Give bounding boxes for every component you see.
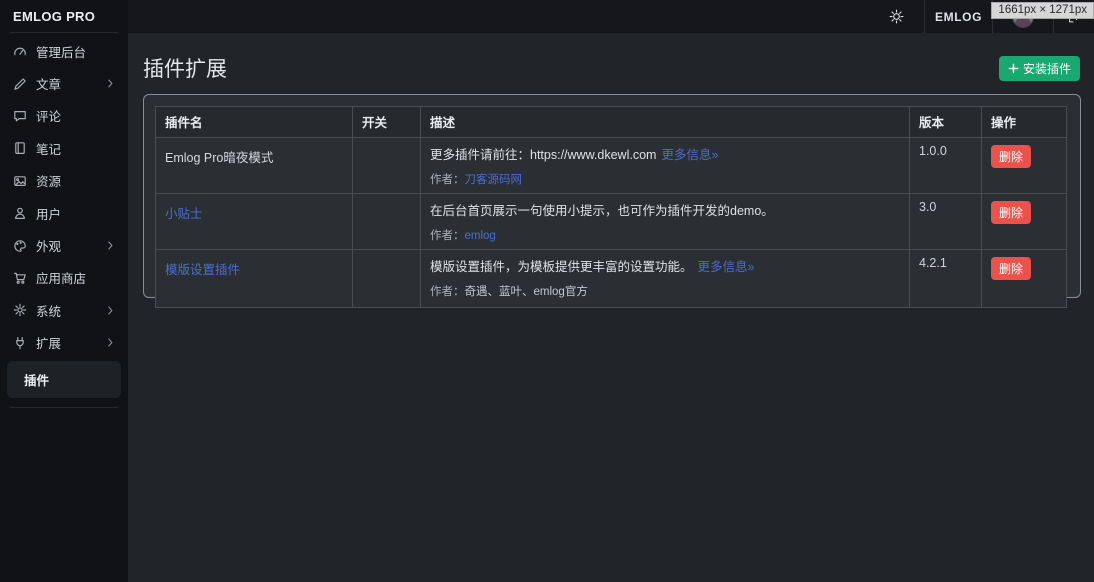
sun-icon	[889, 9, 904, 24]
main-content: 插件扩展 安装插件 插件名 开关 描述 版本 操作 Emlog Pr	[128, 33, 1094, 582]
sidebar-item-extensions[interactable]: 扩展	[0, 327, 128, 359]
plugin-version: 1.0.0	[910, 138, 982, 194]
sidebar-item-app-store[interactable]: 应用商店	[0, 262, 128, 294]
sidebar-divider	[10, 407, 118, 408]
user-icon	[13, 206, 27, 220]
plugins-card: 插件名 开关 描述 版本 操作 Emlog Pro暗夜模式 更多插件请前往：ht…	[143, 94, 1081, 298]
theme-toggle-button[interactable]	[868, 0, 924, 33]
cart-icon	[13, 271, 27, 285]
sidebar-subitem-plugins[interactable]: 插件	[7, 361, 121, 398]
sidebar-item-label: 用户	[36, 204, 61, 223]
table-row: 模版设置插件 模版设置插件，为模板提供更丰富的设置功能。更多信息» 作者：奇遇、…	[156, 250, 1067, 308]
brand-logo[interactable]: EMLOG PRO	[0, 0, 128, 32]
column-header-switch: 开关	[353, 107, 421, 138]
delete-button[interactable]: 删除	[991, 257, 1031, 280]
column-header-action: 操作	[982, 107, 1067, 138]
column-header-version: 版本	[910, 107, 982, 138]
chevron-right-icon	[106, 306, 115, 315]
more-info-link[interactable]: 更多信息»	[698, 260, 755, 274]
plugin-name: Emlog Pro暗夜模式	[156, 138, 353, 194]
sidebar-item-label: 系统	[36, 301, 61, 320]
sidebar-item-resources[interactable]: 资源	[0, 165, 128, 197]
plugin-name[interactable]: 模版设置插件	[156, 250, 353, 308]
plug-icon	[13, 336, 27, 350]
site-home-link[interactable]: EMLOG	[925, 0, 992, 33]
table-row: 小贴士 在后台首页展示一句使用小提示，也可作为插件开发的demo。 作者：eml…	[156, 194, 1067, 250]
plugin-author-line: 作者：奇遇、蓝叶、emlog官方	[430, 283, 900, 299]
comment-icon	[13, 109, 27, 123]
plugin-description: 在后台首页展示一句使用小提示，也可作为插件开发的demo。	[430, 200, 900, 219]
delete-button[interactable]: 删除	[991, 145, 1031, 168]
plugin-name[interactable]: 小贴士	[156, 194, 353, 250]
sidebar-item-dashboard[interactable]: 管理后台	[0, 35, 128, 67]
plugin-author-line: 作者：刀客源码网	[430, 171, 900, 187]
sidebar-item-comments[interactable]: 评论	[0, 100, 128, 132]
delete-button[interactable]: 删除	[991, 201, 1031, 224]
sidebar-item-notes[interactable]: 笔记	[0, 132, 128, 164]
column-header-name: 插件名	[156, 107, 353, 138]
extensions-submenu: 插件	[7, 361, 121, 398]
more-info-link[interactable]: 更多信息»	[661, 148, 718, 162]
plugin-author-line: 作者：emlog	[430, 227, 900, 243]
table-row: Emlog Pro暗夜模式 更多插件请前往：https://www.dkewl.…	[156, 138, 1067, 194]
plugins-table: 插件名 开关 描述 版本 操作 Emlog Pro暗夜模式 更多插件请前往：ht…	[155, 106, 1067, 308]
pencil-icon	[13, 77, 27, 91]
topbar: EMLOG	[128, 0, 1094, 33]
install-plugin-button[interactable]: 安装插件	[999, 56, 1080, 81]
sidebar-item-users[interactable]: 用户	[0, 197, 128, 229]
notebook-icon	[13, 141, 27, 155]
image-icon	[13, 174, 27, 188]
sidebar-item-label: 应用商店	[36, 268, 86, 287]
sidebar-item-label: 扩展	[36, 333, 61, 352]
gear-icon	[13, 303, 27, 317]
install-plugin-label: 安装插件	[1023, 60, 1071, 77]
plugin-description: 模版设置插件，为模板提供更丰富的设置功能。更多信息»	[430, 256, 900, 275]
plus-icon	[1008, 63, 1019, 74]
sidebar-item-label: 文章	[36, 74, 61, 93]
sidebar-item-articles[interactable]: 文章	[0, 67, 128, 99]
sidebar-item-system[interactable]: 系统	[0, 294, 128, 326]
column-header-desc: 描述	[421, 107, 910, 138]
sidebar-item-label: 资源	[36, 171, 61, 190]
plugin-version: 4.2.1	[910, 250, 982, 308]
sidebar-item-appearance[interactable]: 外观	[0, 229, 128, 261]
plugin-version: 3.0	[910, 194, 982, 250]
sidebar-item-label: 外观	[36, 236, 61, 255]
page-header: 插件扩展 安装插件	[143, 49, 1080, 87]
table-header-row: 插件名 开关 描述 版本 操作	[156, 107, 1067, 138]
author-link[interactable]: 刀客源码网	[465, 174, 523, 186]
page-title: 插件扩展	[143, 53, 227, 83]
sidebar: EMLOG PRO 管理后台 文章 评论 笔记 资源 用户 外	[0, 0, 128, 582]
chevron-right-icon	[106, 79, 115, 88]
viewport-size-tooltip: 1661px × 1271px	[991, 2, 1094, 19]
sidebar-item-label: 评论	[36, 106, 61, 125]
sidebar-item-label: 笔记	[36, 139, 61, 158]
sidebar-nav: 管理后台 文章 评论 笔记 资源 用户 外观 应用	[0, 33, 128, 408]
author-link[interactable]: emlog	[465, 230, 496, 242]
dashboard-icon	[13, 44, 27, 58]
chevron-right-icon	[106, 241, 115, 250]
sidebar-item-label: 管理后台	[36, 42, 86, 61]
author-link[interactable]: 奇遇、蓝叶、emlog官方	[465, 286, 588, 298]
chevron-right-icon	[106, 338, 115, 347]
palette-icon	[13, 239, 27, 253]
plugin-description: 更多插件请前往：https://www.dkewl.com更多信息»	[430, 144, 900, 163]
